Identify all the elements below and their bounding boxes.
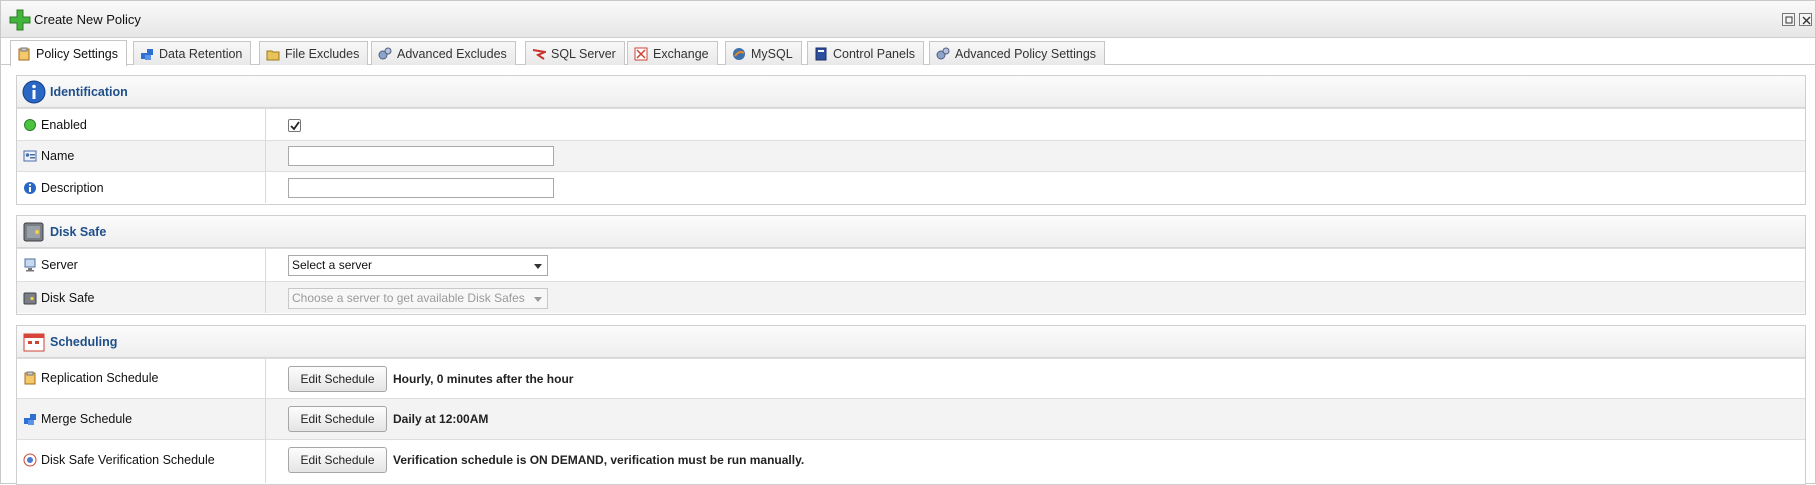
server-select-value: Select a server bbox=[292, 258, 373, 272]
description-input[interactable] bbox=[288, 178, 554, 198]
scheduling-header: Scheduling bbox=[17, 326, 1805, 358]
checkmark-icon bbox=[290, 121, 300, 131]
disk-safe-section: Disk Safe Server Select a server Disk Sa… bbox=[16, 215, 1806, 315]
verification-schedule-value: Verification schedule is ON DEMAND, veri… bbox=[393, 453, 805, 467]
disk-safe-select: Choose a server to get available Disk Sa… bbox=[288, 288, 548, 309]
server-select[interactable]: Select a server bbox=[288, 255, 548, 276]
name-row: Name bbox=[17, 140, 1805, 171]
merge-schedule-row: Merge Schedule Edit Schedule Daily at 12… bbox=[17, 398, 1805, 439]
clipboard-icon bbox=[18, 47, 30, 60]
replication-schedule-row: Replication Schedule Edit Schedule Hourl… bbox=[17, 358, 1805, 398]
maximize-icon bbox=[1785, 16, 1793, 24]
book-icon bbox=[815, 47, 827, 60]
info-icon bbox=[24, 182, 36, 194]
maximize-button[interactable] bbox=[1782, 13, 1795, 26]
disk-safe-label: Disk Safe bbox=[41, 291, 95, 305]
chevron-down-icon bbox=[534, 264, 542, 269]
tab-label: Advanced Policy Settings bbox=[955, 46, 1097, 61]
tab-file-excludes[interactable]: File Excludes bbox=[259, 41, 369, 65]
tab-label: Exchange bbox=[653, 46, 709, 61]
enabled-row: Enabled bbox=[17, 108, 1805, 140]
description-row: Description bbox=[17, 171, 1805, 203]
exchange-icon bbox=[634, 47, 648, 60]
safe-icon bbox=[23, 292, 37, 305]
description-label: Description bbox=[41, 181, 104, 195]
merge-schedule-value: Daily at 12:00AM bbox=[393, 412, 489, 426]
tab-exchange[interactable]: Exchange bbox=[627, 41, 718, 65]
calendar-icon bbox=[23, 333, 45, 352]
stack-icon bbox=[24, 414, 36, 425]
tab-control-panels[interactable]: Control Panels bbox=[807, 41, 924, 65]
tab-label: Advanced Excludes bbox=[397, 46, 507, 61]
gears-icon bbox=[378, 47, 392, 59]
enabled-label: Enabled bbox=[41, 118, 87, 132]
server-icon bbox=[24, 258, 36, 272]
create-policy-dialog: Create New Policy Policy Settings Data R… bbox=[0, 0, 1816, 485]
close-button[interactable] bbox=[1799, 13, 1812, 26]
server-label: Server bbox=[41, 258, 78, 272]
verification-schedule-label: Disk Safe Verification Schedule bbox=[41, 453, 215, 467]
replication-schedule-value: Hourly, 0 minutes after the hour bbox=[393, 372, 574, 386]
gears-icon bbox=[936, 47, 950, 59]
section-title: Identification bbox=[50, 85, 128, 99]
status-dot-icon bbox=[24, 119, 36, 131]
stack-icon bbox=[141, 48, 153, 60]
section-title: Disk Safe bbox=[50, 225, 107, 239]
tab-label: Control Panels bbox=[833, 46, 915, 61]
edit-verification-schedule-button[interactable]: Edit Schedule bbox=[288, 447, 387, 473]
merge-schedule-label: Merge Schedule bbox=[41, 412, 133, 426]
section-title: Scheduling bbox=[50, 335, 118, 349]
folder-icon bbox=[266, 50, 280, 60]
tab-mysql[interactable]: MySQL bbox=[725, 41, 802, 65]
close-icon bbox=[1802, 16, 1811, 25]
clipboard-icon bbox=[24, 371, 36, 385]
name-label: Name bbox=[41, 149, 75, 163]
mysql-icon bbox=[733, 47, 745, 60]
tab-advanced-excludes[interactable]: Advanced Excludes bbox=[371, 41, 516, 65]
identification-section: Identification Enabled Name Description bbox=[16, 75, 1806, 205]
sql-server-icon bbox=[532, 48, 546, 60]
verification-schedule-row: Disk Safe Verification Schedule Edit Sch… bbox=[17, 439, 1805, 483]
disk-safe-header: Disk Safe bbox=[17, 216, 1805, 248]
enabled-checkbox[interactable] bbox=[288, 119, 301, 132]
chevron-down-icon bbox=[534, 297, 542, 302]
tab-data-retention[interactable]: Data Retention bbox=[133, 41, 252, 65]
add-policy-icon bbox=[9, 9, 31, 31]
tab-sql-server[interactable]: SQL Server bbox=[525, 41, 625, 65]
tab-policy-settings[interactable]: Policy Settings bbox=[10, 40, 127, 66]
replication-schedule-label: Replication Schedule bbox=[41, 371, 159, 385]
title-bar: Create New Policy bbox=[1, 1, 1815, 38]
disk-safe-row: Disk Safe Choose a server to get availab… bbox=[17, 281, 1805, 313]
disk-safe-select-value: Choose a server to get available Disk Sa… bbox=[292, 291, 525, 305]
name-input[interactable] bbox=[288, 146, 554, 166]
edit-replication-schedule-button[interactable]: Edit Schedule bbox=[288, 366, 387, 392]
verify-icon bbox=[23, 453, 37, 467]
tab-bar: Policy Settings Data Retention File Excl… bbox=[1, 39, 1815, 66]
scheduling-section: Scheduling Replication Schedule Edit Sch… bbox=[16, 325, 1806, 485]
identification-header: Identification bbox=[17, 76, 1805, 108]
edit-merge-schedule-button[interactable]: Edit Schedule bbox=[288, 406, 387, 432]
safe-icon bbox=[23, 222, 44, 242]
tab-label: SQL Server bbox=[551, 46, 616, 61]
tab-label: Data Retention bbox=[159, 46, 243, 61]
info-icon bbox=[22, 80, 46, 104]
server-row: Server Select a server bbox=[17, 248, 1805, 281]
tab-label: MySQL bbox=[751, 46, 793, 61]
tab-label: Policy Settings bbox=[36, 46, 118, 61]
tab-label: File Excludes bbox=[285, 46, 360, 61]
dialog-title: Create New Policy bbox=[34, 12, 141, 27]
name-card-icon bbox=[23, 150, 37, 162]
tab-advanced-policy-settings[interactable]: Advanced Policy Settings bbox=[929, 41, 1106, 65]
